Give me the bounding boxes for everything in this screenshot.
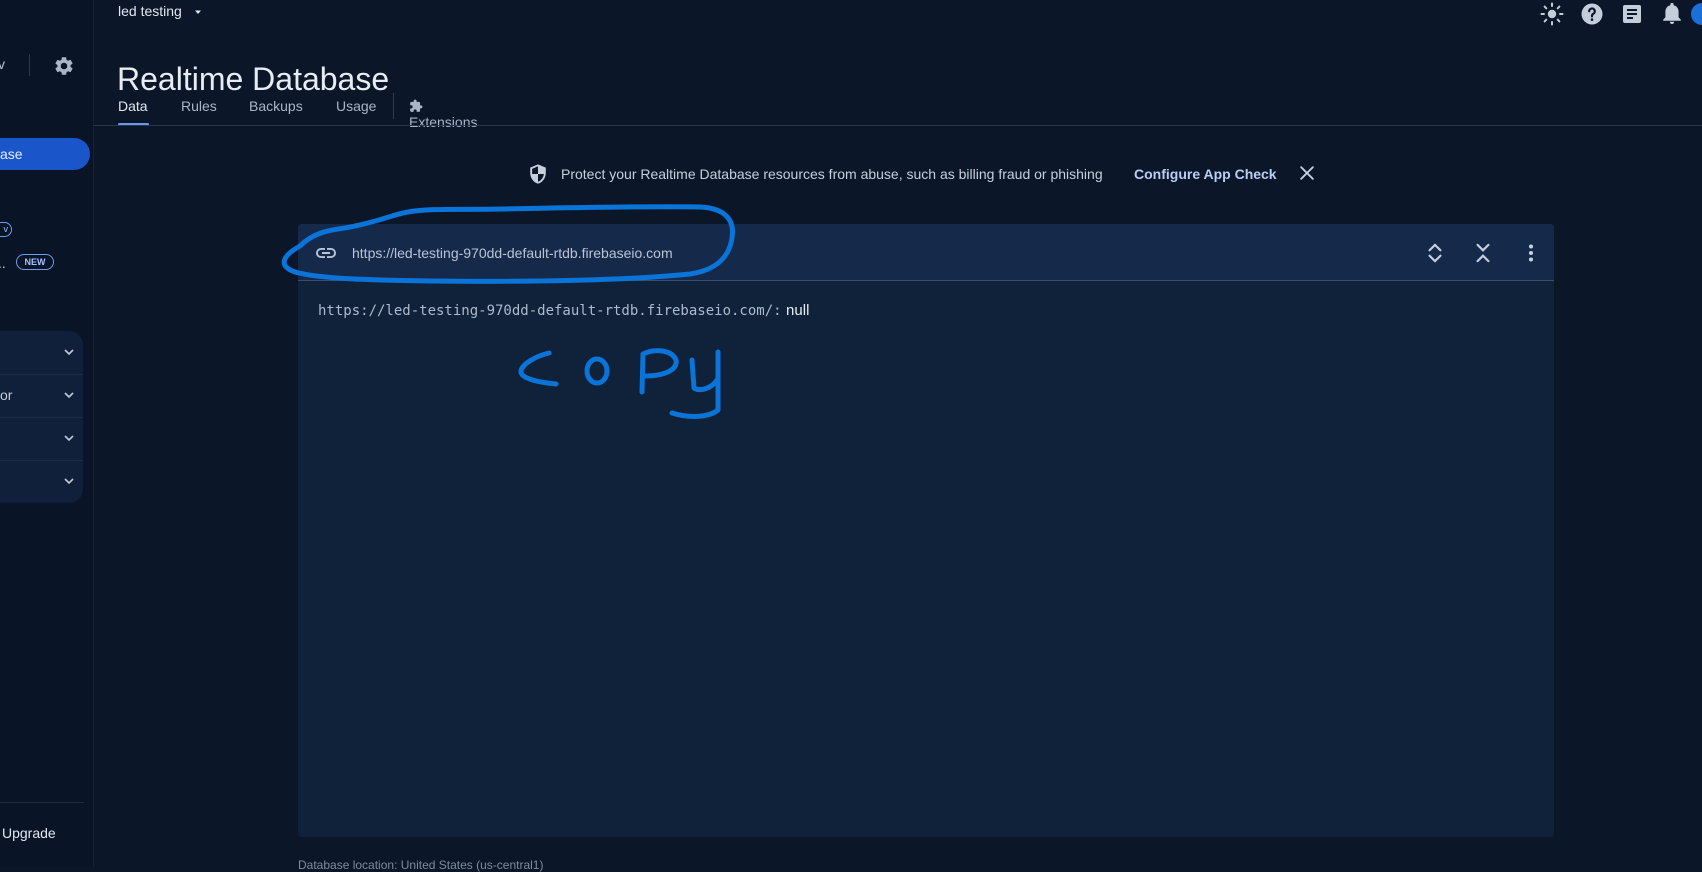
sidebar-overview-label[interactable]: v bbox=[0, 56, 5, 72]
notifications-bell-icon[interactable] bbox=[1660, 2, 1684, 26]
sidebar-category-4[interactable] bbox=[0, 460, 83, 503]
data-tree-root[interactable]: https://led-testing-970dd-default-rtdb.f… bbox=[318, 302, 809, 320]
collapse-all-icon[interactable] bbox=[1470, 240, 1496, 266]
tab-backups[interactable]: Backups bbox=[249, 98, 303, 114]
tab-data[interactable]: Data bbox=[118, 98, 148, 114]
project-name: led testing bbox=[118, 3, 182, 19]
chevron-down-icon bbox=[64, 392, 74, 399]
sidebar-item-realtime-database[interactable]: ase bbox=[0, 138, 90, 170]
extensions-icon bbox=[410, 99, 423, 112]
upgrade-button[interactable]: Upgrade bbox=[2, 825, 56, 841]
chevron-down-icon bbox=[64, 435, 74, 442]
more-vert-icon[interactable] bbox=[1518, 240, 1544, 266]
tab-rules[interactable]: Rules bbox=[181, 98, 217, 114]
account-avatar[interactable] bbox=[1690, 2, 1702, 26]
link-icon[interactable] bbox=[314, 241, 338, 265]
tab-usage[interactable]: Usage bbox=[336, 98, 376, 114]
sidebar-divider bbox=[0, 802, 84, 803]
close-icon[interactable] bbox=[1297, 163, 1317, 183]
sidebar-item-truncated[interactable]: .. bbox=[0, 255, 6, 271]
gear-icon[interactable] bbox=[53, 55, 75, 77]
sidebar: v ase v .. NEW or Upgrade bbox=[0, 0, 94, 867]
expand-all-icon[interactable] bbox=[1422, 240, 1448, 266]
theme-toggle-icon[interactable] bbox=[1540, 2, 1564, 26]
shield-icon bbox=[530, 164, 546, 184]
tabs-divider bbox=[93, 125, 1702, 126]
tab-separator bbox=[393, 93, 394, 119]
database-url[interactable]: https://led-testing-970dd-default-rtdb.f… bbox=[352, 245, 673, 261]
help-icon[interactable] bbox=[1580, 2, 1604, 26]
database-location-text: Database location: United States (us-cen… bbox=[298, 858, 544, 872]
configure-app-check-link[interactable]: Configure App Check bbox=[1134, 166, 1277, 182]
sidebar-divider bbox=[29, 54, 30, 76]
panel-header: https://led-testing-970dd-default-rtdb.f… bbox=[298, 224, 1554, 281]
chevron-down-icon bbox=[64, 349, 74, 356]
page-title: Realtime Database bbox=[117, 61, 390, 98]
sidebar-category-3[interactable] bbox=[0, 417, 83, 461]
tab-extensions-label: Extensions bbox=[409, 114, 478, 130]
project-switcher[interactable]: led testing bbox=[118, 3, 204, 19]
sidebar-category-2[interactable]: or bbox=[0, 374, 83, 418]
new-badge: NEW bbox=[16, 254, 54, 270]
database-data-panel: https://led-testing-970dd-default-rtdb.f… bbox=[298, 224, 1554, 837]
tree-node-key: https://led-testing-970dd-default-rtdb.f… bbox=[318, 303, 782, 319]
sidebar-category-1[interactable] bbox=[0, 331, 83, 375]
sidebar-category-label: or bbox=[0, 387, 13, 403]
chevron-down-icon bbox=[64, 478, 74, 485]
caret-down-icon bbox=[194, 10, 201, 15]
sidebar-category-group: or bbox=[0, 331, 83, 503]
tree-node-value[interactable]: null bbox=[786, 302, 809, 319]
sidebar-chip: v bbox=[0, 222, 12, 237]
banner-message: Protect your Realtime Database resources… bbox=[561, 166, 1103, 182]
release-notes-icon[interactable] bbox=[1620, 2, 1644, 26]
